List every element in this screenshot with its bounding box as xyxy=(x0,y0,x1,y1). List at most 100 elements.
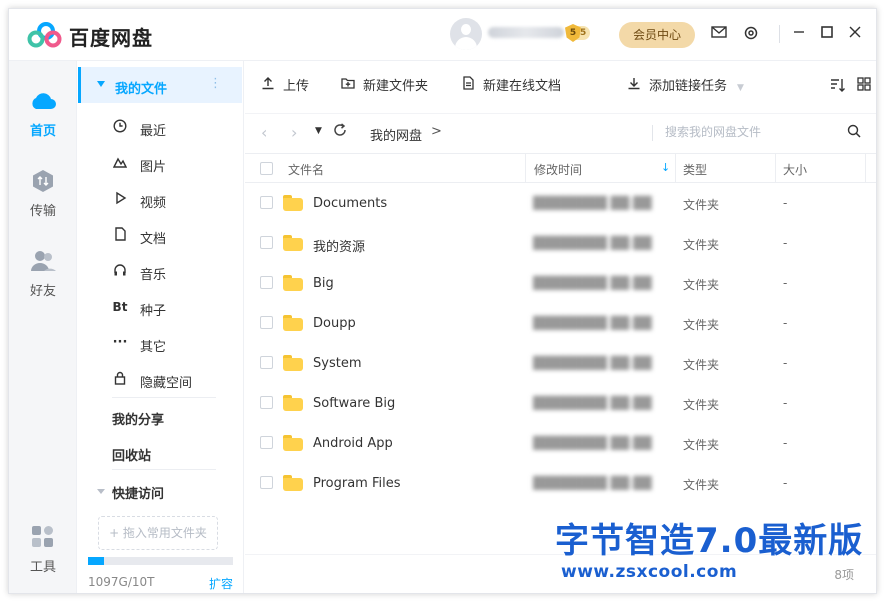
file-modified-blurred: ████████ ██:██ xyxy=(533,436,652,450)
column-separator[interactable] xyxy=(775,154,776,183)
sidebar-item-other[interactable]: ··· 其它 xyxy=(78,325,242,361)
table-row[interactable]: Documents ████████ ██:██ 文件夹 - xyxy=(245,183,876,223)
breadcrumb[interactable]: 我的网盘 xyxy=(370,125,422,144)
file-name[interactable]: Big xyxy=(313,276,334,291)
forward-arrow-icon[interactable]: › xyxy=(291,123,297,142)
column-separator[interactable] xyxy=(865,154,866,183)
sidebar-item-torrents[interactable]: Bt 种子 xyxy=(78,289,242,325)
history-caret-icon[interactable]: ▼ xyxy=(315,126,322,136)
nav-friends[interactable]: 好友 xyxy=(9,249,77,299)
new-folder-button[interactable]: 新建文件夹 xyxy=(341,75,428,94)
add-link-task-button[interactable]: 添加链接任务 ▼ xyxy=(627,75,744,94)
table-row[interactable]: Android App ████████ ██:██ 文件夹 - xyxy=(245,423,876,463)
table-row[interactable]: Big ████████ ██:██ 文件夹 - xyxy=(245,263,876,303)
minimize-icon[interactable] xyxy=(790,25,808,43)
table-row[interactable]: System ████████ ██:██ 文件夹 - xyxy=(245,343,876,383)
user-avatar[interactable] xyxy=(450,18,482,50)
headphones-icon xyxy=(112,263,128,279)
sidebar-item-hidden-space[interactable]: 隐藏空间 xyxy=(78,361,242,397)
nav-tools[interactable]: 工具 xyxy=(9,525,77,575)
table-row[interactable]: Software Big ████████ ██:██ 文件夹 - xyxy=(245,383,876,423)
sidebar-item-recent[interactable]: 最近 xyxy=(78,109,242,145)
storage-quota-bar xyxy=(88,557,233,565)
close-icon[interactable] xyxy=(846,25,864,43)
expand-caret-icon[interactable] xyxy=(97,81,105,87)
nav-home[interactable]: 首页 xyxy=(9,89,77,139)
row-checkbox[interactable] xyxy=(260,476,273,489)
row-checkbox[interactable] xyxy=(260,196,273,209)
refresh-icon[interactable] xyxy=(333,123,347,141)
file-name[interactable]: Documents xyxy=(313,196,387,211)
new-online-doc-button[interactable]: 新建在线文档 xyxy=(461,75,561,94)
sidebar-item-videos[interactable]: 视频 xyxy=(78,181,242,217)
more-vertical-icon[interactable]: ⋮ xyxy=(209,76,222,91)
column-type[interactable]: 类型 xyxy=(683,161,707,178)
settings-icon[interactable] xyxy=(742,25,760,43)
file-type: 文件夹 xyxy=(683,198,720,212)
search-icon[interactable] xyxy=(847,124,863,140)
folder-icon xyxy=(283,355,303,371)
sidebar-my-files[interactable]: 我的文件 ⋮ xyxy=(78,67,242,103)
grid-view-icon[interactable] xyxy=(856,77,872,93)
sidebar-item-music[interactable]: 音乐 xyxy=(78,253,242,289)
maximize-icon[interactable] xyxy=(818,25,836,43)
back-arrow-icon[interactable]: ‹ xyxy=(261,123,267,142)
vip-center-button[interactable]: 会员中心 xyxy=(619,22,695,48)
table-row[interactable]: Program Files ████████ ██:██ 文件夹 - xyxy=(245,463,876,503)
row-checkbox[interactable] xyxy=(260,396,273,409)
row-checkbox[interactable] xyxy=(260,316,273,329)
row-checkbox[interactable] xyxy=(260,236,273,249)
file-name[interactable]: System xyxy=(313,356,361,371)
file-name[interactable]: Program Files xyxy=(313,476,401,491)
sort-icon[interactable] xyxy=(830,77,846,93)
sidebar-recycle-bin[interactable]: 回收站 xyxy=(112,445,151,464)
file-name[interactable]: Android App xyxy=(313,436,393,451)
column-size[interactable]: 大小 xyxy=(783,161,807,178)
nav-transfer[interactable]: 传输 xyxy=(9,169,77,219)
level-badge[interactable]: 55 xyxy=(565,24,591,42)
table-row[interactable]: 我的资源 ████████ ██:██ 文件夹 - xyxy=(245,223,876,263)
expand-storage-link[interactable]: 扩容 xyxy=(209,575,233,592)
storage-quota-text: 1097G/10T xyxy=(88,575,155,589)
file-type: 文件夹 xyxy=(683,278,720,292)
sort-desc-icon[interactable]: ↓ xyxy=(661,161,670,174)
add-favorite-folder-dropzone[interactable]: + 拖入常用文件夹 xyxy=(98,516,218,550)
sidebar-item-images[interactable]: 图片 xyxy=(78,145,242,181)
file-name[interactable]: Software Big xyxy=(313,396,395,411)
file-name[interactable]: 我的资源 xyxy=(313,236,365,255)
quick-access-caret-icon[interactable] xyxy=(97,489,105,494)
mail-icon[interactable] xyxy=(710,25,728,43)
dropdown-caret-icon[interactable]: ▼ xyxy=(737,83,744,93)
sidebar-my-share[interactable]: 我的分享 xyxy=(112,409,164,428)
download-icon xyxy=(627,76,641,94)
column-modified[interactable]: 修改时间 xyxy=(534,161,582,178)
row-checkbox[interactable] xyxy=(260,356,273,369)
file-type: 文件夹 xyxy=(683,318,720,332)
file-modified-blurred: ████████ ██:██ xyxy=(533,396,652,410)
upload-button[interactable]: 上传 xyxy=(261,75,309,94)
file-type: 文件夹 xyxy=(683,478,720,492)
select-all-checkbox[interactable] xyxy=(260,162,273,175)
column-separator[interactable] xyxy=(675,154,676,183)
row-checkbox[interactable] xyxy=(260,276,273,289)
storage-quota-fill xyxy=(88,557,104,565)
sidebar-quick-access[interactable]: 快捷访问 xyxy=(112,483,164,502)
sidebar-item-label: 视频 xyxy=(140,196,167,211)
username-blurred[interactable] xyxy=(488,27,564,38)
file-size: - xyxy=(783,356,788,370)
column-name[interactable]: 文件名 xyxy=(288,161,324,178)
file-modified-blurred: ████████ ██:██ xyxy=(533,476,652,490)
bt-icon: Bt xyxy=(112,300,128,314)
file-name[interactable]: Doupp xyxy=(313,316,356,331)
app-brand: 百度网盘 xyxy=(69,26,153,50)
file-type: 文件夹 xyxy=(683,438,720,452)
nav-tools-label: 工具 xyxy=(29,560,56,575)
column-separator[interactable] xyxy=(525,154,526,183)
search-input[interactable] xyxy=(665,122,835,142)
row-checkbox[interactable] xyxy=(260,436,273,449)
file-size: - xyxy=(783,276,788,290)
table-row[interactable]: Doupp ████████ ██:██ 文件夹 - xyxy=(245,303,876,343)
sidebar-item-documents[interactable]: 文档 xyxy=(78,217,242,253)
folder-icon xyxy=(283,435,303,451)
nav-friends-label: 好友 xyxy=(29,284,56,299)
